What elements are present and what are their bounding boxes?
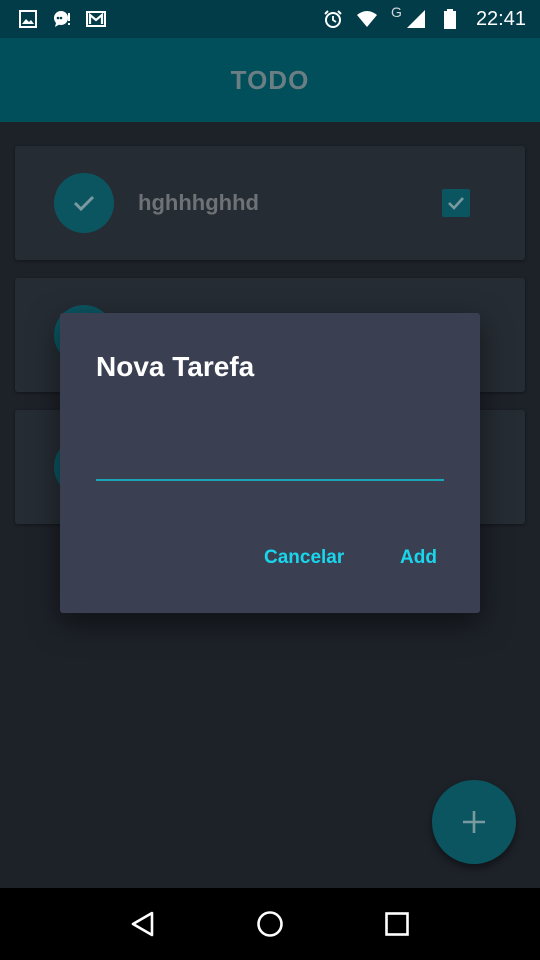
home-icon[interactable] bbox=[250, 904, 290, 944]
back-icon[interactable] bbox=[123, 904, 163, 944]
clock: 22:41 bbox=[475, 7, 526, 30]
wifi-icon bbox=[357, 9, 378, 29]
task-input[interactable] bbox=[96, 435, 444, 481]
add-button[interactable]: Add bbox=[400, 547, 437, 569]
signal-icon bbox=[406, 9, 426, 29]
cancel-button[interactable]: Cancelar bbox=[264, 547, 344, 569]
navigation-bar bbox=[0, 888, 540, 960]
app-title: TODO bbox=[230, 64, 310, 95]
status-right-icons: G 22:41 bbox=[323, 4, 526, 31]
task-text: hghhhghhd bbox=[138, 190, 259, 215]
alarm-icon bbox=[323, 9, 343, 29]
image-icon bbox=[18, 9, 38, 29]
status-left-icons bbox=[18, 9, 106, 29]
add-task-fab[interactable] bbox=[432, 780, 516, 864]
status-bar: G 22:41 bbox=[0, 0, 540, 38]
app-bar: TODO bbox=[0, 38, 540, 122]
plus-icon bbox=[463, 811, 485, 833]
messenger-icon bbox=[52, 9, 72, 29]
task-done-checkbox[interactable] bbox=[442, 189, 470, 217]
new-task-dialog: Nova Tarefa Cancelar Add bbox=[60, 313, 480, 613]
network-type-label: G bbox=[391, 4, 402, 20]
gmail-icon bbox=[86, 9, 106, 29]
recents-icon[interactable] bbox=[377, 904, 417, 944]
dialog-title: Nova Tarefa bbox=[96, 351, 255, 382]
task-card[interactable]: hghhhghhd bbox=[15, 146, 525, 260]
battery-icon bbox=[440, 9, 460, 29]
check-avatar-icon bbox=[54, 173, 114, 233]
